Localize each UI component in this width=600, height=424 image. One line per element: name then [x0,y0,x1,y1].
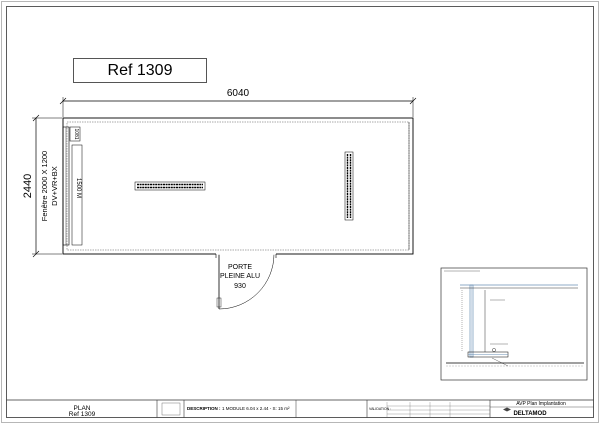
length-dimension: 6040 [227,88,250,99]
wall-label-top: 1081 [73,128,79,139]
width-dimension: 2440 [22,174,34,198]
section-detail [440,267,588,381]
window-spec-label: DV+VR+BX [50,166,59,206]
company-logo-icon [503,407,511,412]
door-swing-arc [218,253,275,310]
plan-ref: Ref 1309 [69,411,96,418]
module-inner-wall [66,121,410,251]
light-fixture-horizontal [134,181,206,191]
window-label: Fenêtre 2000 X 1200 [40,151,49,221]
floor-plan: 1081 1500 M 6040 2440 Fenêtre 2000 X 120… [22,88,417,310]
door-label-line1: PORTE [228,264,252,271]
wall-label-side: 1500 M [75,178,81,198]
reference-box: Ref 1309 [73,58,207,83]
door-label-line2: PLEINE ALU [220,273,260,280]
module-outer-wall [62,117,414,255]
validation-label: VALIDATION : [369,407,391,411]
title-block: PLAN Ref 1309 DESCRIPTION : 1 MODULE 6.0… [6,399,594,418]
description-value: 1 MODULE 6.04 x 2.44 - S: 15 m² [222,406,290,411]
company-name: DELTAMOD [513,411,547,417]
description-label: DESCRIPTION : [187,406,221,411]
door-width: 930 [234,283,246,290]
project-title: AVP Plan Implantation [516,401,566,407]
light-fixture-vertical [344,151,354,221]
